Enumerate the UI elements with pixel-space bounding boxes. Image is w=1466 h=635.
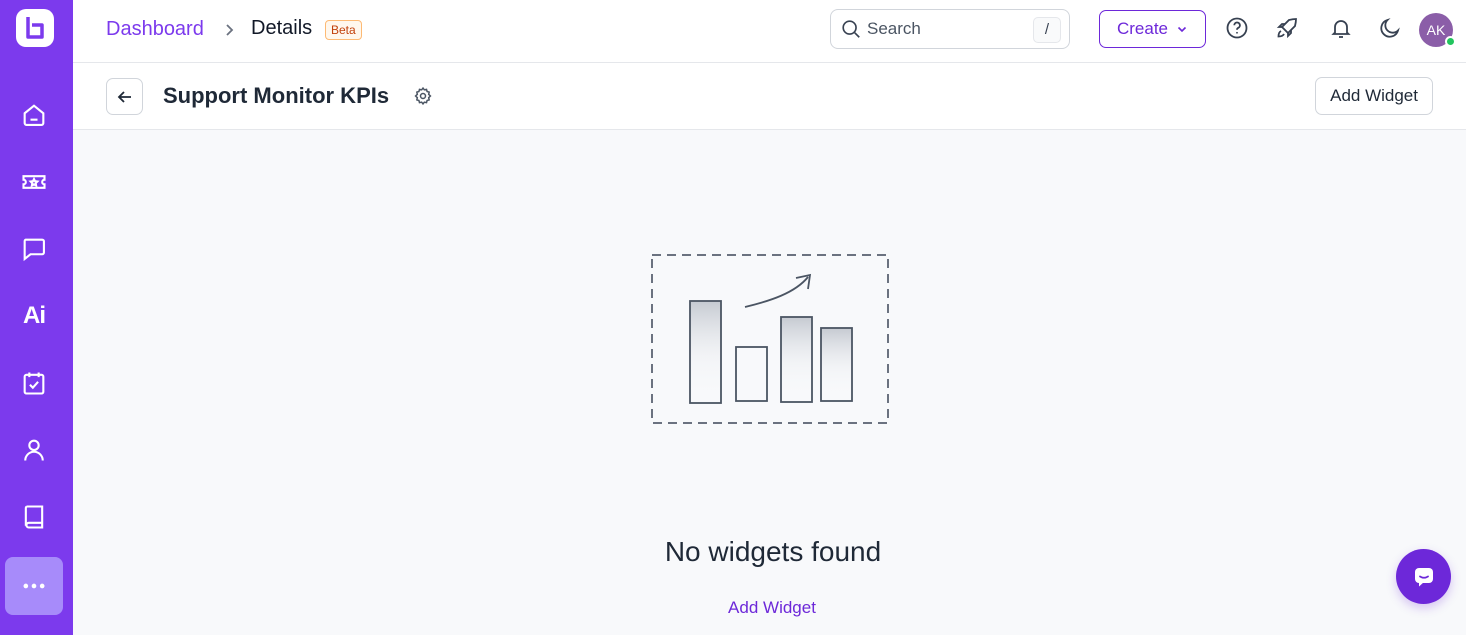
empty-chart-illustration [651, 254, 889, 424]
bell-icon [1331, 20, 1351, 38]
rocket-icon [1276, 18, 1297, 39]
sidebar-item-knowledge-base[interactable] [5, 488, 63, 546]
page-header: Support Monitor KPIs Add Widget [73, 63, 1466, 130]
add-widget-button[interactable]: Add Widget [1315, 77, 1433, 115]
user-icon [24, 439, 44, 461]
book-icon [24, 505, 44, 529]
empty-state-add-widget-link[interactable]: Add Widget [672, 598, 872, 618]
logo-icon [16, 9, 54, 47]
chat-widget-button[interactable] [1396, 549, 1451, 604]
home-icon [23, 104, 45, 126]
chevron-down-icon [1177, 26, 1187, 33]
back-button[interactable] [106, 78, 143, 115]
chat-icon [23, 238, 45, 262]
gear-icon[interactable] [413, 86, 433, 106]
sidebar-item-tickets[interactable] [5, 153, 63, 211]
beta-badge: Beta [325, 20, 362, 40]
ticket-icon [22, 175, 46, 189]
theme-toggle-button[interactable] [1376, 14, 1404, 42]
online-status-dot [1445, 36, 1456, 47]
ai-icon: Ai [23, 302, 46, 329]
sidebar: Ai [0, 0, 73, 635]
create-button[interactable]: Create [1099, 10, 1206, 48]
sidebar-item-more[interactable] [5, 557, 63, 615]
getting-started-button[interactable] [1273, 14, 1301, 42]
sidebar-item-contacts[interactable] [5, 421, 63, 479]
app-logo[interactable] [16, 9, 54, 47]
search-box[interactable]: / [830, 9, 1070, 49]
create-button-label: Create [1116, 19, 1169, 38]
arrow-left-icon [117, 90, 131, 103]
moon-icon [1380, 18, 1400, 38]
sidebar-item-ai[interactable]: Ai [5, 287, 63, 345]
empty-state-title: No widgets found [664, 536, 882, 567]
sidebar-item-conversations[interactable] [5, 220, 63, 278]
chat-bubble-icon [1414, 567, 1433, 586]
search-input[interactable] [867, 18, 1027, 40]
breadcrumb-details: Details [251, 17, 313, 39]
help-button[interactable] [1223, 14, 1251, 42]
top-bar: Dashboard Details Beta / Create [73, 0, 1466, 63]
chevron-right-icon [226, 24, 234, 36]
avatar-initials: AK [1426, 22, 1446, 38]
breadcrumb-dashboard[interactable]: Dashboard [106, 18, 204, 41]
sidebar-item-home[interactable] [5, 86, 63, 144]
search-shortcut-key: / [1033, 17, 1061, 43]
help-icon [1226, 17, 1248, 39]
notifications-button[interactable] [1327, 14, 1355, 42]
page-title: Support Monitor KPIs [163, 83, 390, 108]
task-icon [23, 372, 45, 395]
sidebar-item-tasks[interactable] [5, 354, 63, 412]
more-icon [23, 583, 45, 589]
search-icon [842, 20, 860, 38]
